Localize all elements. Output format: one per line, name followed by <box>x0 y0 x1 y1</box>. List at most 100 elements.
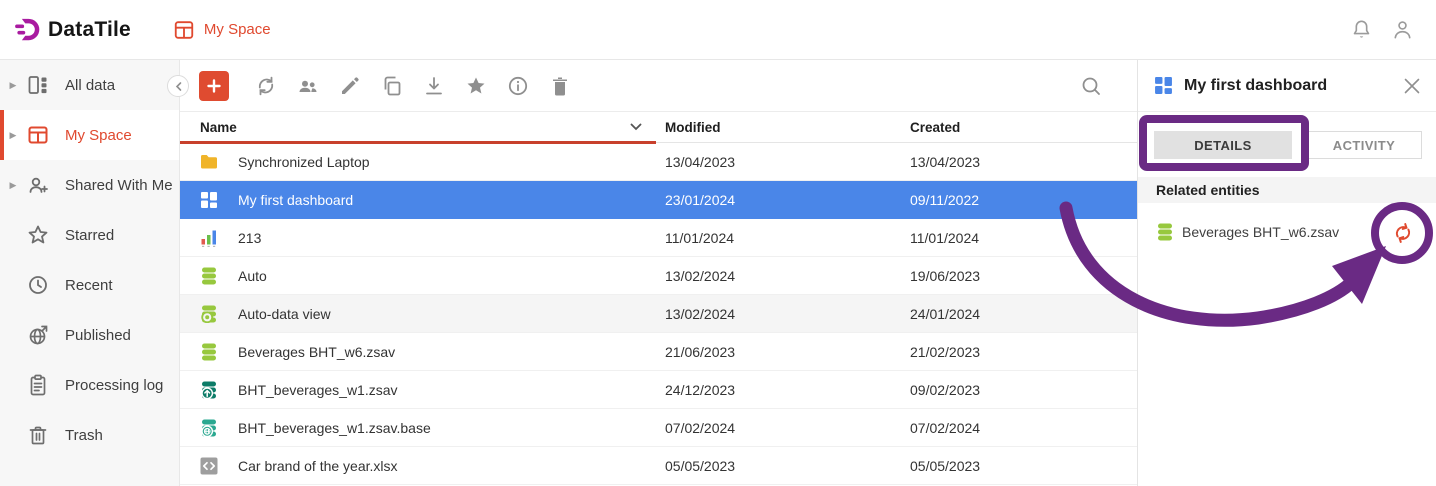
table-row-selected[interactable]: My first dashboard 23/01/2024 09/11/2022 <box>180 181 1137 219</box>
column-header-name[interactable]: Name <box>200 120 237 135</box>
row-modified: 11/01/2024 <box>656 230 901 246</box>
row-created: 09/02/2023 <box>901 382 1137 398</box>
edit-pencil-icon[interactable] <box>338 74 362 98</box>
toolbar <box>180 60 1137 112</box>
database-globe-icon <box>200 419 218 437</box>
row-created: 05/05/2023 <box>901 458 1137 474</box>
table-row[interactable]: Synchronized Laptop 13/04/2023 13/04/202… <box>180 143 1137 181</box>
row-name: Auto-data view <box>238 306 331 322</box>
sidebar-item-label: Shared With Me <box>65 177 173 194</box>
row-name: My first dashboard <box>238 192 353 208</box>
row-name: BHT_beverages_w1.zsav.base <box>238 420 431 436</box>
sidebar-item-label: All data <box>65 77 115 94</box>
close-icon[interactable] <box>1404 78 1420 94</box>
row-created: 24/01/2024 <box>901 306 1137 322</box>
dashboard-icon <box>200 191 218 209</box>
details-panel: My first dashboard DETAILS ACTIVITY Rela… <box>1137 60 1436 486</box>
add-button[interactable] <box>199 71 229 101</box>
database-icon <box>200 343 218 361</box>
my-space-icon <box>26 123 50 147</box>
database-icon <box>200 267 218 285</box>
table-row[interactable]: BHT_beverages_w1.zsav 24/12/2023 09/02/2… <box>180 371 1137 409</box>
row-name: Car brand of the year.xlsx <box>238 458 398 474</box>
my-space-icon <box>173 19 195 41</box>
star-icon[interactable] <box>464 74 488 98</box>
tab-activity[interactable]: ACTIVITY <box>1306 131 1422 159</box>
star-icon <box>26 223 50 247</box>
database-upload-icon <box>200 381 218 399</box>
globe-icon <box>26 323 50 347</box>
column-header-modified[interactable]: Modified <box>656 120 901 135</box>
sidebar-item-all-data[interactable]: ▶ All data <box>0 60 179 110</box>
tab-details[interactable]: DETAILS <box>1154 131 1292 159</box>
expand-arrow-icon[interactable]: ▶ <box>6 80 20 91</box>
sidebar-item-my-space[interactable]: ▶ My Space <box>0 110 179 160</box>
row-modified: 13/02/2024 <box>656 268 901 284</box>
row-modified: 23/01/2024 <box>656 192 901 208</box>
datatile-logo-icon <box>14 16 41 43</box>
table-header: Name Modified Created <box>180 112 1137 143</box>
row-created: 09/11/2022 <box>901 192 1137 208</box>
expand-arrow-icon[interactable]: ▶ <box>6 130 20 141</box>
trash-icon <box>26 423 50 447</box>
info-icon[interactable] <box>506 74 530 98</box>
sidebar-collapse-button[interactable] <box>167 75 189 97</box>
panel-title: My first dashboard <box>1184 77 1393 95</box>
expand-arrow-icon[interactable]: ▶ <box>6 180 20 191</box>
sidebar-item-trash[interactable]: Trash <box>0 410 179 460</box>
sync-icon[interactable] <box>1391 221 1415 245</box>
table-row[interactable]: Beverages BHT_w6.zsav 21/06/2023 21/02/2… <box>180 333 1137 371</box>
table-row[interactable]: Car brand of the year.xlsx 05/05/2023 05… <box>180 447 1137 485</box>
all-data-icon <box>26 73 50 97</box>
sidebar-item-published[interactable]: Published <box>0 310 179 360</box>
chevron-down-icon[interactable] <box>630 123 642 131</box>
row-name: Beverages BHT_w6.zsav <box>238 344 395 360</box>
clock-icon <box>26 273 50 297</box>
table-row[interactable]: Auto-data view 13/02/2024 24/01/2024 <box>180 295 1137 333</box>
row-created: 11/01/2024 <box>901 230 1137 246</box>
row-modified: 05/05/2023 <box>656 458 901 474</box>
account-person-icon[interactable] <box>1391 18 1414 41</box>
delete-trash-icon[interactable] <box>548 74 572 98</box>
person-add-icon <box>26 173 50 197</box>
brand-logo[interactable]: DataTile <box>14 16 131 43</box>
sidebar-item-starred[interactable]: Starred <box>0 210 179 260</box>
sidebar-item-recent[interactable]: Recent <box>0 260 179 310</box>
table-row[interactable]: Auto 13/02/2024 19/06/2023 <box>180 257 1137 295</box>
sidebar-item-processing-log[interactable]: Processing log <box>0 360 179 410</box>
sidebar-item-shared-with-me[interactable]: ▶ Shared With Me <box>0 160 179 210</box>
row-modified: 13/02/2024 <box>656 306 901 322</box>
sidebar-item-label: Starred <box>65 227 114 244</box>
top-bar: DataTile My Space <box>0 0 1436 60</box>
breadcrumb-label: My Space <box>204 21 271 38</box>
related-entities-header: Related entities <box>1138 177 1436 203</box>
sidebar: ▶ All data ▶ My Space ▶ <box>0 60 180 486</box>
row-created: 13/04/2023 <box>901 154 1137 170</box>
notifications-bell-icon[interactable] <box>1350 18 1373 41</box>
spreadsheet-icon <box>200 457 218 475</box>
row-name: 213 <box>238 230 261 246</box>
table-row[interactable]: 213 11/01/2024 11/01/2024 <box>180 219 1137 257</box>
sidebar-item-label: Published <box>65 327 131 344</box>
row-name: BHT_beverages_w1.zsav <box>238 382 398 398</box>
database-icon <box>1156 223 1174 241</box>
row-modified: 07/02/2024 <box>656 420 901 436</box>
file-list-area: Name Modified Created Synchronized Lapto… <box>180 60 1137 486</box>
sidebar-item-label: My Space <box>65 127 132 144</box>
row-modified: 21/06/2023 <box>656 344 901 360</box>
copy-icon[interactable] <box>380 74 404 98</box>
share-users-icon[interactable] <box>296 74 320 98</box>
column-header-created[interactable]: Created <box>901 120 1137 135</box>
refresh-icon[interactable] <box>254 74 278 98</box>
table-row[interactable]: BHT_beverages_w1.zsav.base 07/02/2024 07… <box>180 409 1137 447</box>
row-name: Synchronized Laptop <box>238 154 370 170</box>
breadcrumb[interactable]: My Space <box>173 19 271 41</box>
folder-icon <box>200 153 218 171</box>
sidebar-item-label: Processing log <box>65 377 163 394</box>
row-name: Auto <box>238 268 267 284</box>
sidebar-item-label: Recent <box>65 277 113 294</box>
search-icon[interactable] <box>1079 74 1103 98</box>
brand-name: DataTile <box>48 18 131 42</box>
sidebar-item-label: Trash <box>65 427 103 444</box>
download-icon[interactable] <box>422 74 446 98</box>
